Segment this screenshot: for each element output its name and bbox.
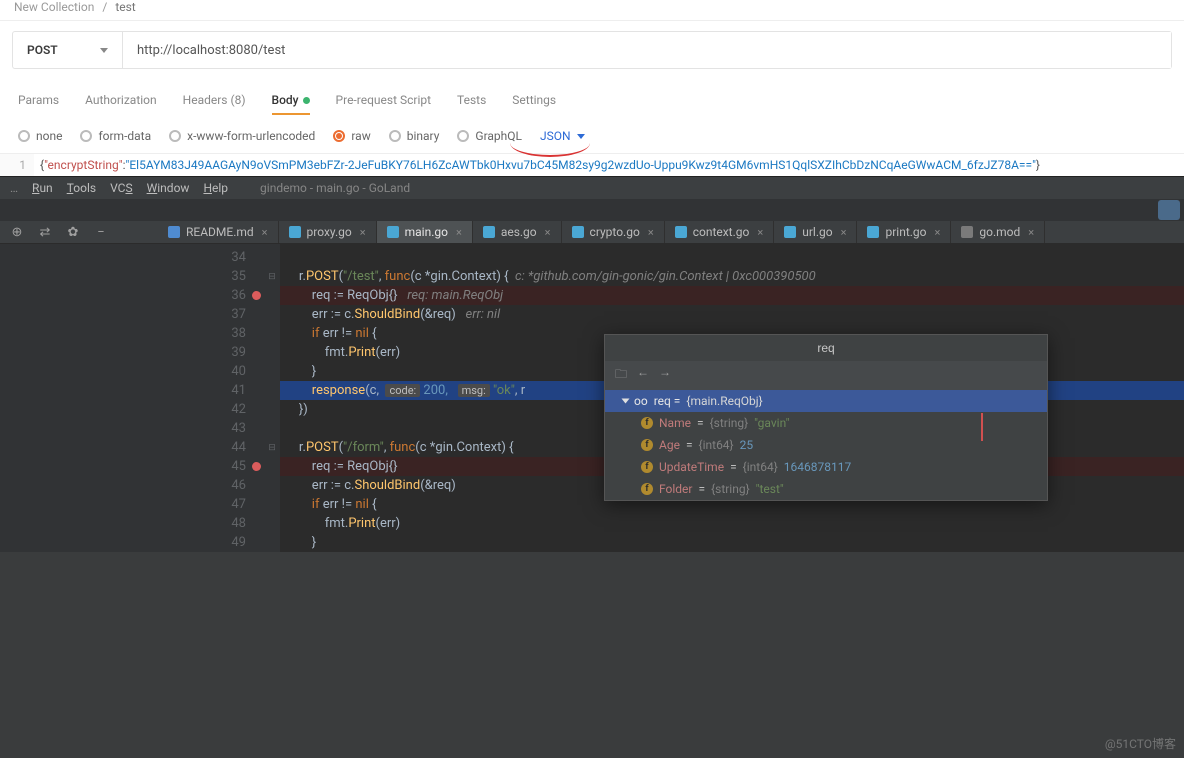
hide-icon[interactable]: − <box>90 221 112 243</box>
tab-proxy[interactable]: proxy.go× <box>279 221 377 243</box>
tab-params[interactable]: Params <box>18 87 59 115</box>
debug-field-row[interactable]: fUpdateTime = {int64} 1646878117 <box>605 456 1047 478</box>
ide-toolbar <box>0 199 1184 221</box>
close-icon[interactable]: × <box>1028 226 1034 239</box>
go-file-icon <box>572 226 584 238</box>
radio-graphql[interactable]: GraphQL <box>457 129 522 143</box>
breadcrumb-sep: / <box>102 0 107 14</box>
body-editor[interactable]: 1 {"encryptString":"El5AYM83J49AAGAyN9oV… <box>0 153 1184 176</box>
close-icon[interactable]: × <box>456 226 462 239</box>
method-dropdown[interactable]: POST <box>13 32 123 68</box>
close-icon[interactable]: × <box>360 226 366 239</box>
menu-vcs[interactable]: VCS <box>110 181 133 195</box>
body-type-row: none form-data x-www-form-urlencoded raw… <box>0 123 1184 153</box>
code-editor[interactable]: 34353637383940414243444546474849 ⊟⊟ r.PO… <box>0 244 1184 552</box>
tab-url[interactable]: url.go× <box>774 221 857 243</box>
breadcrumb-parent[interactable]: New Collection <box>14 0 94 14</box>
request-bar: POST <box>12 31 1172 69</box>
mod-file-icon <box>961 226 973 238</box>
request-tabs: Params Authorization Headers (8) Body Pr… <box>0 87 1184 123</box>
tab-aes[interactable]: aes.go× <box>473 221 562 243</box>
tab-main[interactable]: main.go× <box>377 221 473 243</box>
tab-print[interactable]: print.go× <box>857 221 951 243</box>
debug-popup[interactable]: req 🗀 ← → oo req = {main.ReqObj} fName =… <box>604 334 1048 501</box>
field-icon: f <box>641 483 653 495</box>
tab-prerequest[interactable]: Pre-request Script <box>336 87 431 115</box>
annotation-caret <box>981 413 983 441</box>
close-icon[interactable]: × <box>841 226 847 239</box>
editor-gutter: 1 <box>0 154 34 176</box>
chevron-down-icon <box>100 48 108 53</box>
menu-run[interactable]: RRunun <box>32 181 53 195</box>
go-file-icon <box>483 226 495 238</box>
tab-gomod[interactable]: go.mod× <box>951 221 1045 243</box>
url-input[interactable] <box>123 32 1171 68</box>
menu-window[interactable]: Window <box>147 181 190 195</box>
go-file-icon <box>387 226 399 238</box>
breadcrumb: New Collection / test <box>0 0 1184 21</box>
tab-context[interactable]: context.go× <box>665 221 775 243</box>
tab-body[interactable]: Body <box>272 87 310 115</box>
radio-formdata[interactable]: form-data <box>80 129 151 143</box>
go-file-icon <box>289 226 301 238</box>
close-icon[interactable]: × <box>648 226 654 239</box>
close-icon[interactable]: × <box>935 226 941 239</box>
menu-help[interactable]: Help <box>203 181 228 195</box>
debug-toolbar: 🗀 ← → <box>605 361 1047 390</box>
radio-binary[interactable]: binary <box>389 129 440 143</box>
editor-line[interactable]: {"encryptString":"El5AYM83J49AAGAyN9oVSm… <box>34 154 1184 176</box>
method-label: POST <box>27 43 58 57</box>
line-gutter[interactable]: 34353637383940414243444546474849 <box>210 244 264 552</box>
postman-panel: New Collection / test POST Params Author… <box>0 0 1184 176</box>
close-icon[interactable]: × <box>757 226 763 239</box>
tab-headers[interactable]: Headers (8) <box>183 87 246 115</box>
tab-tests[interactable]: Tests <box>457 87 486 115</box>
ide-menu-bar: … RRunun Tools VCS Window Help gindemo -… <box>0 176 1184 199</box>
close-icon[interactable]: × <box>545 226 551 239</box>
menu-tools[interactable]: Tools <box>67 181 96 195</box>
expand-icon <box>622 399 630 404</box>
md-file-icon <box>168 226 180 238</box>
field-icon: f <box>641 439 653 451</box>
close-icon[interactable]: × <box>262 226 268 239</box>
radio-none[interactable]: none <box>18 129 62 143</box>
go-file-icon <box>784 226 796 238</box>
ide-panel: … RRunun Tools VCS Window Help gindemo -… <box>0 176 1184 758</box>
radio-urlencoded[interactable]: x-www-form-urlencoded <box>169 129 315 143</box>
folder-icon[interactable]: 🗀 <box>615 365 627 386</box>
back-icon[interactable]: ← <box>637 365 649 386</box>
target-icon[interactable]: ⊕ <box>6 221 28 243</box>
project-pane[interactable] <box>0 244 210 552</box>
forward-icon[interactable]: → <box>659 365 671 386</box>
gear-icon[interactable]: ✿ <box>62 221 84 243</box>
watermark: @51CTO博客 <box>1105 735 1176 752</box>
fold-column[interactable]: ⊟⊟ <box>264 244 280 552</box>
ide-title: gindemo - main.go - GoLand <box>260 181 410 195</box>
debug-title: req <box>605 335 1047 361</box>
debug-field-row[interactable]: fFolder = {string} "test" <box>605 478 1047 500</box>
debug-root-row[interactable]: oo req = {main.ReqObj} <box>605 390 1047 412</box>
radio-raw[interactable]: raw <box>333 129 370 143</box>
breadcrumb-current[interactable]: test <box>115 0 135 14</box>
search-icon[interactable] <box>1158 200 1180 220</box>
field-icon: f <box>641 461 653 473</box>
editor-tabs: ⊕ ⇄ ✿ − README.md× proxy.go× main.go× ae… <box>0 221 1184 244</box>
field-icon: f <box>641 417 653 429</box>
tab-readme[interactable]: README.md× <box>158 221 279 243</box>
tab-authorization[interactable]: Authorization <box>85 87 157 115</box>
body-format-dropdown[interactable]: JSON <box>540 129 585 143</box>
collapse-icon[interactable]: ⇄ <box>34 221 56 243</box>
go-file-icon <box>675 226 687 238</box>
modified-dot-icon <box>303 97 310 104</box>
go-file-icon <box>867 226 879 238</box>
chevron-down-icon <box>577 134 585 139</box>
tab-settings[interactable]: Settings <box>512 87 556 115</box>
tab-crypto[interactable]: crypto.go× <box>562 221 665 243</box>
